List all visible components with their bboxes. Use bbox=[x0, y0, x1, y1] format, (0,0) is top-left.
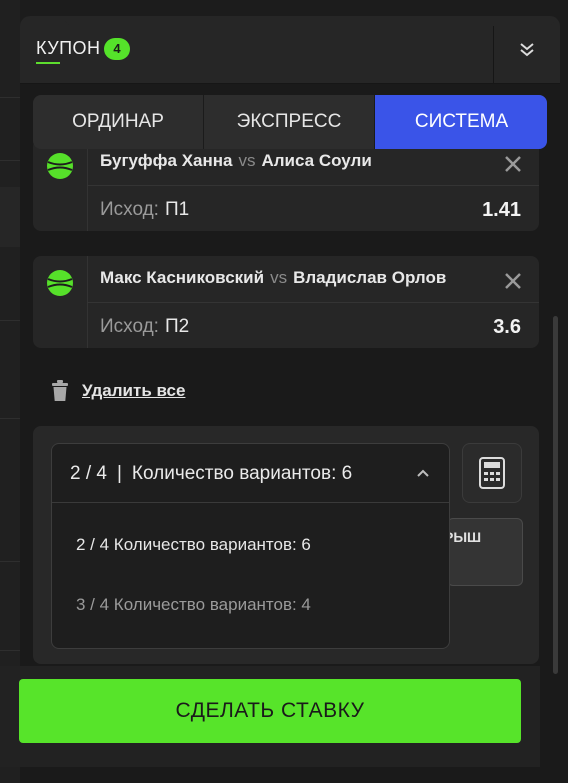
divider bbox=[87, 302, 539, 303]
background-block bbox=[0, 187, 20, 247]
divider bbox=[0, 418, 20, 419]
tab-system[interactable]: Система bbox=[375, 95, 547, 149]
player-one: Макс Касниковский bbox=[100, 268, 265, 287]
system-variant-select[interactable]: 2 / 4 | Количество вариантов: 6 bbox=[52, 444, 449, 503]
outcome-label: Исход: bbox=[100, 199, 159, 220]
coupon-title: Купон bbox=[36, 38, 101, 64]
tab-express[interactable]: Экспресс bbox=[204, 95, 375, 149]
delete-all-button[interactable]: Удалить все bbox=[50, 380, 185, 402]
previous-card-edge bbox=[64, 16, 556, 26]
divider bbox=[87, 185, 539, 186]
bet-odds: 3.6 bbox=[493, 316, 521, 338]
coupon-title-text: Купон bbox=[36, 38, 101, 58]
collapse-coupon-button[interactable] bbox=[493, 16, 560, 83]
possible-win-box: РЫШ bbox=[447, 518, 523, 586]
divider bbox=[0, 97, 20, 98]
tab-ordinar[interactable]: Ординар bbox=[33, 95, 204, 149]
separator: | bbox=[116, 463, 122, 484]
coupon-count-badge: 4 bbox=[104, 38, 130, 60]
remove-bet-close-icon[interactable] bbox=[503, 154, 523, 174]
tennis-ball-icon bbox=[47, 153, 73, 179]
bet-card: Бугуффа Ханна vs Алиса Соули Исход: П1 1.41 bbox=[33, 139, 539, 231]
remove-bet-close-icon[interactable] bbox=[503, 271, 523, 291]
player-two: Алиса Соули bbox=[261, 151, 372, 170]
scrollbar[interactable] bbox=[553, 316, 558, 674]
bet-odds: 1.41 bbox=[482, 199, 521, 221]
bet-outcome: Исход: П2 bbox=[100, 316, 189, 338]
chevron-up-icon bbox=[417, 469, 429, 477]
tennis-ball-icon bbox=[47, 270, 73, 296]
divider bbox=[0, 561, 20, 562]
divider bbox=[0, 160, 20, 161]
divider bbox=[0, 320, 20, 321]
outcome-value: П2 bbox=[164, 316, 190, 337]
divider bbox=[0, 650, 20, 651]
outcome-label: Исход: bbox=[100, 316, 159, 337]
trash-icon bbox=[52, 380, 68, 401]
coupon-header: Купон 4 bbox=[20, 16, 560, 84]
match-title: Макс Касниковский vs Владислав Орлов bbox=[100, 268, 446, 288]
system-variant-dropdown: 2 / 4 | Количество вариантов: 6 2 / 4 Коли… bbox=[51, 443, 450, 649]
player-two: Владислав Орлов bbox=[293, 268, 447, 287]
dropdown-option[interactable]: 3 / 4 Количество вариантов: 4 bbox=[76, 595, 311, 615]
possible-win-label: РЫШ bbox=[447, 529, 482, 545]
system-settings: РЫШ 2 / 4 | Количество вариантов: 6 2 / … bbox=[33, 426, 539, 664]
calculator-button[interactable] bbox=[462, 443, 522, 503]
player-one: Бугуффа Ханна bbox=[100, 151, 233, 170]
bet-card: Макс Касниковский vs Владислав Орлов Исход… bbox=[33, 256, 539, 348]
selected-variant: 2 / 4 | Количество вариантов: 6 bbox=[70, 463, 352, 485]
bet-type-tabs: Ординар Экспресс Система bbox=[33, 95, 547, 149]
title-underline bbox=[36, 62, 60, 64]
delete-all-label: Удалить все bbox=[82, 381, 186, 400]
place-bet-button[interactable]: Сделать ставку bbox=[19, 679, 521, 743]
match-title: Бугуффа Ханна vs Алиса Соули bbox=[100, 151, 372, 171]
double-chevron-down-icon bbox=[520, 42, 534, 56]
calculator-icon bbox=[479, 457, 505, 489]
vs-label: vs bbox=[238, 151, 256, 170]
vs-label: vs bbox=[270, 268, 288, 287]
dropdown-option[interactable]: 2 / 4 Количество вариантов: 6 bbox=[76, 535, 311, 555]
outcome-value: П1 bbox=[164, 199, 190, 220]
bet-outcome: Исход: П1 bbox=[100, 199, 189, 221]
selected-ratio: 2 / 4 bbox=[70, 463, 107, 484]
selected-variants-count: Количество вариантов: 6 bbox=[131, 463, 353, 484]
